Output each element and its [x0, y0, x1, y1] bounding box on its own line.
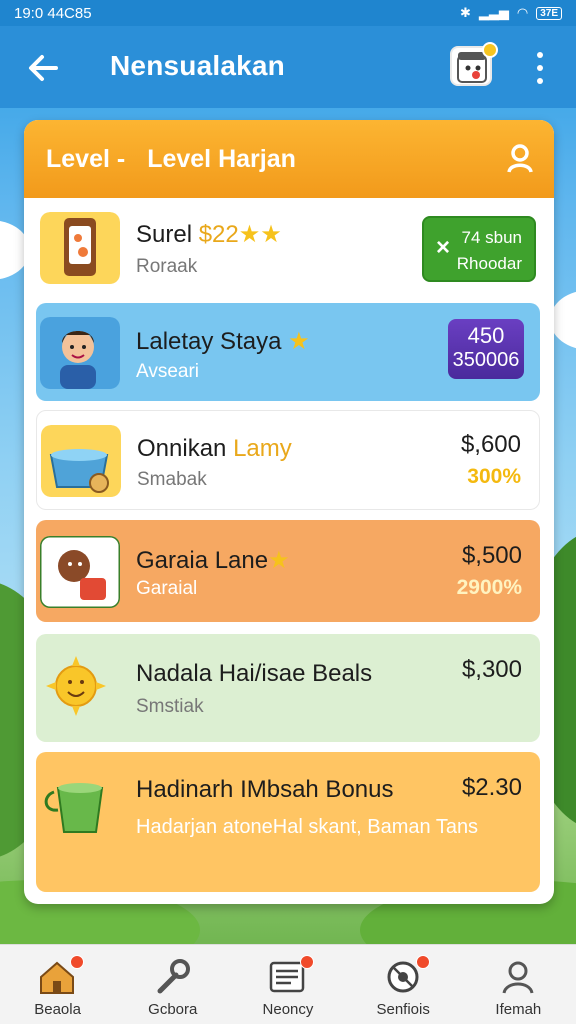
reward-badge: 450 350006 [448, 319, 524, 379]
wifi-icon: ◠ [516, 5, 529, 20]
header-title: Level Harjan [147, 144, 296, 173]
item-percent: 2900% [456, 576, 522, 599]
list-item[interactable]: Nadala Hai/isae Beals Smstiak $,300 [36, 634, 540, 742]
status-icons: ✱ ▂▃▅ ◠ 37E [460, 5, 562, 21]
list-item[interactable]: Surel $22★★ Roraak × 74 sbun Rhoodar [36, 204, 540, 294]
avatar-button[interactable] [450, 42, 498, 86]
level-card: Level - Level Harjan Surel $22★★ Roraak … [24, 120, 554, 904]
item-title: Hadinarh IMbsah Bonus [136, 776, 394, 803]
claim-button[interactable]: × 74 sbun Rhoodar [422, 216, 536, 282]
badge-bottom-value: 350006 [452, 349, 520, 371]
item-subtitle: Roraak [136, 256, 198, 277]
more-options-button[interactable] [530, 48, 550, 88]
header-prefix: Level - [46, 144, 126, 173]
list-item[interactable]: Hadinarh IMbsah Bonus $2.30 Hadarjan ato… [36, 752, 540, 892]
item-title: Surel $22★★ [136, 221, 282, 248]
item-subtitle: Garaial [136, 578, 198, 599]
profile-icon [502, 961, 534, 994]
bluetooth-icon: ✱ [459, 5, 471, 20]
item-title: Onnikan Lamy [137, 435, 292, 462]
signal-icon: ▂▃▅ [478, 5, 509, 20]
nav-label: Senfiois [376, 1001, 430, 1018]
list-item[interactable]: Laletay Staya ★ Avseari 450 350006 [36, 303, 540, 401]
item-description: Hadarjan atoneHal skant, Baman Tans [136, 816, 479, 838]
item-title: Nadala Hai/isae Beals [136, 660, 373, 687]
nav-label: Beaola [34, 1001, 81, 1018]
dot-icon [537, 51, 543, 58]
claim-button-sublabel: Rhoodar [456, 254, 522, 273]
item-price: $,300 [461, 656, 522, 683]
list-item[interactable]: Onnikan Lamy Smabak $,600 300% [36, 410, 540, 510]
nav-item-tools[interactable]: Gcbora [115, 945, 230, 1024]
wrench-icon [157, 959, 191, 994]
dot-icon [537, 64, 543, 71]
battery-icon: 37E [536, 6, 562, 20]
notification-badge [415, 955, 430, 969]
bucket-icon [41, 425, 121, 497]
card-header: Level - Level Harjan [24, 120, 554, 198]
claim-button-label: 74 sbun [461, 228, 523, 247]
nav-label: Gcbora [148, 1001, 198, 1018]
dot-icon [537, 78, 543, 85]
clipboard-icon [40, 212, 120, 284]
nav-item-settings[interactable]: Senfiois [346, 945, 461, 1024]
back-arrow-icon[interactable] [22, 46, 66, 90]
nav-item-home[interactable]: Beaola [0, 945, 115, 1024]
bucket-bonus-icon [44, 783, 104, 833]
status-time: 19:0 44C85 [14, 4, 92, 22]
notification-badge [300, 955, 315, 969]
notification-badge [70, 955, 84, 969]
close-icon: × [436, 234, 451, 261]
item-title: Laletay Staya ★ [136, 328, 310, 355]
item-price: $,600 [460, 431, 521, 458]
item-price: $,500 [461, 542, 522, 569]
item-percent: 300% [467, 465, 521, 488]
item-title: Garaia Lane★ [136, 547, 290, 574]
page-title: Nensualakan [110, 50, 285, 81]
nav-item-news[interactable]: Neoncy [230, 945, 345, 1024]
sun-icon [40, 652, 120, 724]
status-bar: 19:0 44C85 ✱ ▂▃▅ ◠ 37E [0, 0, 576, 26]
nav-label: Neoncy [262, 1001, 314, 1018]
notification-badge [482, 42, 498, 58]
badge-top-value: 450 [467, 323, 505, 348]
boy-avatar-icon [40, 317, 120, 389]
bottom-nav: Beaola Gcbora Neoncy Senfiois Ifemah [0, 944, 576, 1024]
item-subtitle: Avseari [136, 361, 200, 382]
item-subtitle: Smabak [137, 469, 207, 490]
app-bar: Nensualakan [0, 26, 576, 108]
item-price: $2.30 [461, 774, 522, 801]
character-pot-icon [40, 536, 120, 608]
nav-label: Ifemah [495, 1001, 542, 1018]
nav-item-profile[interactable]: Ifemah [461, 945, 576, 1024]
item-subtitle: Smstiak [136, 696, 204, 717]
user-icon[interactable] [504, 142, 536, 174]
list-item[interactable]: Garaia Lane★ Garaial $,500 2900% [36, 520, 540, 622]
